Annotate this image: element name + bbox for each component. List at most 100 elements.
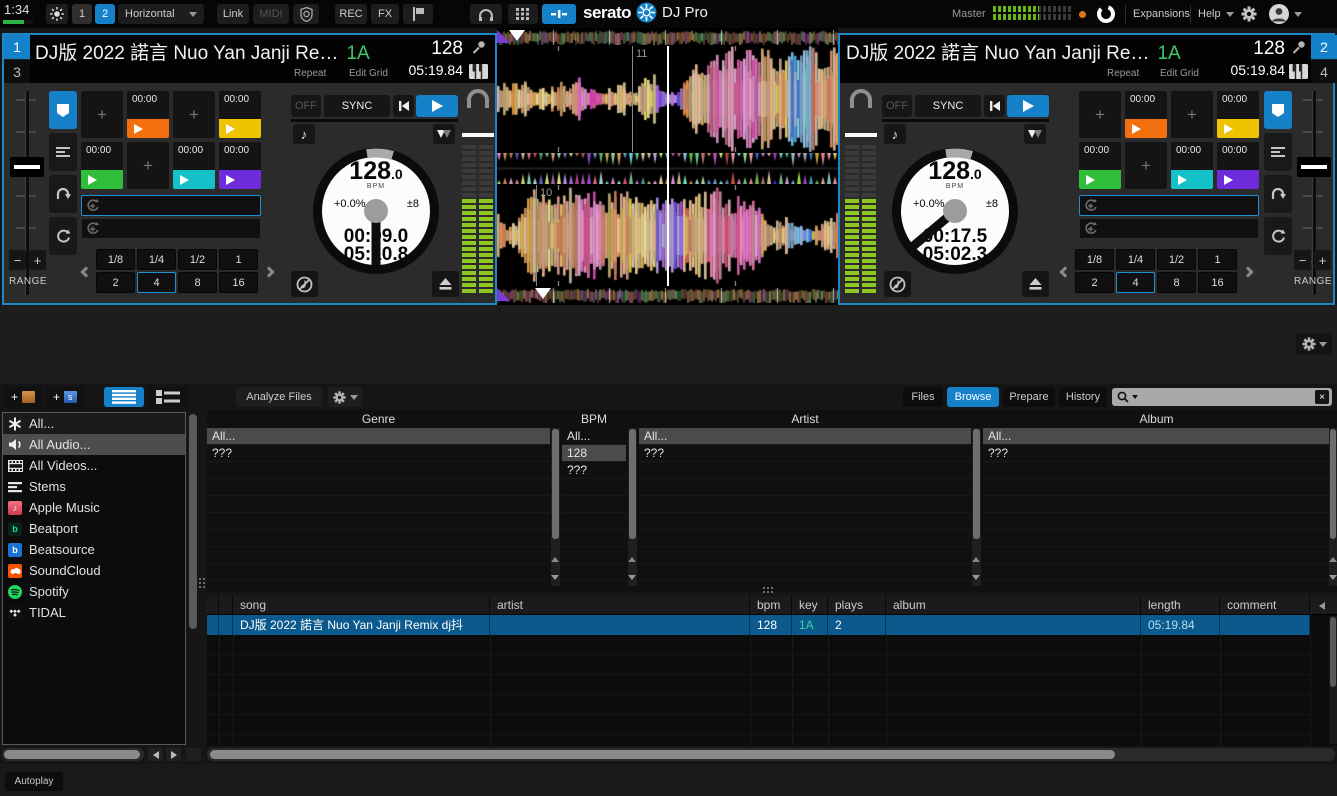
range-minus-button[interactable]: − — [9, 250, 26, 270]
col-length[interactable]: length — [1141, 596, 1220, 615]
album-art-view-button[interactable] — [148, 387, 188, 407]
off-button[interactable]: OFF — [882, 95, 912, 117]
scrollbar-thumb[interactable] — [189, 414, 197, 629]
autoloop-mode-button[interactable] — [1264, 217, 1292, 255]
artist-row[interactable]: ??? — [639, 445, 971, 462]
col-plays[interactable]: plays — [828, 596, 886, 615]
hotcue-pad[interactable]: 00:00 — [219, 142, 261, 189]
mixer-settings-button[interactable] — [1296, 333, 1332, 355]
artist-row-selected[interactable]: All... — [639, 428, 971, 445]
hotcue-pad[interactable]: 00:00 — [81, 142, 123, 189]
col-song[interactable]: song — [233, 596, 490, 615]
off-button[interactable]: OFF — [291, 95, 321, 117]
beatjump-cell[interactable]: 1 — [219, 249, 258, 270]
beatjump-cell[interactable]: 16 — [219, 272, 258, 293]
bpm-scrollbar[interactable] — [628, 428, 637, 586]
tempo-fader-handle[interactable] — [1297, 157, 1331, 177]
genre-row[interactable]: ??? — [207, 445, 550, 462]
beatjump-cell[interactable]: 2 — [96, 272, 135, 293]
hotcue-pad-empty[interactable]: + — [81, 91, 123, 138]
channel-volume-fader[interactable] — [462, 133, 494, 137]
deck-1-active-layer[interactable]: 1 — [4, 35, 30, 59]
deck-1-overview-strip[interactable] — [497, 30, 838, 45]
repeat-toggle[interactable]: Repeat — [1107, 68, 1139, 79]
beatjump-cell[interactable]: 8 — [1157, 272, 1196, 293]
panel-resize-handle[interactable] — [199, 578, 207, 590]
analyze-settings-button[interactable] — [328, 387, 362, 407]
hotcue-pad[interactable]: 00:00 — [1079, 142, 1121, 189]
scroll-left-button[interactable] — [148, 748, 163, 761]
search-filter-chevron[interactable] — [1132, 395, 1138, 399]
tempo-fader-handle[interactable] — [10, 157, 44, 177]
collapse-columns-icon[interactable] — [1319, 602, 1325, 610]
loop-slot[interactable] — [1079, 218, 1259, 239]
hotcue-pad-empty[interactable]: + — [1079, 91, 1121, 138]
add-crate-button[interactable]: + — [4, 387, 42, 407]
table-hscrollbar[interactable] — [207, 748, 1335, 761]
beatjump-left-button[interactable] — [1058, 250, 1072, 294]
piano-keys-icon[interactable] — [467, 61, 489, 81]
sidebar-item-stems[interactable]: Stems — [3, 476, 185, 497]
deck-count-1-button[interactable]: 1 — [72, 4, 92, 24]
sidebar-scrollbar[interactable] — [187, 412, 199, 745]
tab-browse[interactable]: Browse — [947, 387, 999, 407]
deck-2-platter[interactable]: 128.0 BPM +0.0% ±8 00:17.5 05:02.3 — [890, 146, 1020, 276]
range-plus-button[interactable]: + — [29, 250, 46, 270]
expansions-button[interactable]: Expansions — [1133, 8, 1190, 20]
beatjump-cell[interactable]: 1/4 — [1116, 249, 1155, 270]
streaming-quality-button[interactable] — [293, 4, 319, 24]
beatjump-right-button[interactable] — [262, 250, 276, 294]
sidebar-item-apple-music[interactable]: ♪ Apple Music — [3, 497, 185, 518]
hotcue-pad[interactable]: 00:00 — [1217, 91, 1259, 138]
scroll-right-button[interactable] — [166, 748, 181, 761]
hotcue-pad-empty[interactable]: + — [1171, 91, 1213, 138]
hotcue-pad[interactable]: 00:00 — [1171, 142, 1213, 189]
table-scrollbar[interactable] — [1329, 616, 1337, 744]
deck-count-2-button[interactable]: 2 — [95, 4, 115, 24]
beatjump-right-button[interactable] — [1241, 250, 1255, 294]
help-menu[interactable]: Help — [1198, 8, 1234, 20]
layout-select[interactable]: Horizontal — [118, 4, 204, 24]
album-scrollbar[interactable] — [1329, 428, 1337, 586]
beatgrid-slip-button[interactable] — [1024, 124, 1046, 144]
sidebar-item-all-videos[interactable]: All Videos... — [3, 455, 185, 476]
search-clear-button[interactable]: × — [1315, 390, 1329, 404]
piano-keys-icon[interactable] — [1287, 61, 1309, 81]
sidebar-item-all[interactable]: All... — [3, 413, 185, 434]
quantize-note-button[interactable]: ♪ — [293, 124, 315, 144]
col-album[interactable]: album — [886, 596, 1141, 615]
range-plus-button[interactable]: + — [1314, 250, 1331, 270]
channel-volume-fader[interactable] — [845, 133, 877, 137]
midi-button[interactable]: MIDI — [253, 4, 289, 24]
saved-loops-mode-button[interactable] — [49, 175, 77, 213]
mic-icon[interactable] — [1287, 38, 1309, 58]
column-header-genre[interactable]: Genre — [207, 412, 550, 426]
hotcue-pad[interactable]: 00:00 — [219, 91, 261, 138]
sidebar-hscrollbar[interactable] — [2, 748, 144, 761]
beatjump-cell[interactable]: 8 — [178, 272, 217, 293]
deck-1-platter[interactable]: 128.0 BPM +0.0% ±8 00:09.0 05:10.8 — [311, 146, 441, 276]
sidebar-item-tidal[interactable]: TIDAL — [3, 602, 185, 623]
display-mode-button[interactable] — [542, 4, 576, 24]
artist-scrollbar[interactable] — [972, 428, 981, 586]
brightness-button[interactable] — [46, 4, 68, 24]
bpm-row-selected[interactable]: 128 — [562, 445, 626, 462]
beatjump-cell[interactable]: 2 — [1075, 272, 1114, 293]
stems-mode-button[interactable] — [49, 133, 77, 171]
hotcue-pad-empty[interactable]: + — [127, 142, 169, 189]
tab-files[interactable]: Files — [903, 387, 943, 407]
col-comment[interactable]: comment — [1220, 596, 1310, 615]
loop-slot[interactable] — [81, 195, 261, 216]
quantize-note-button[interactable]: ♪ — [884, 124, 906, 144]
sampler-button[interactable] — [403, 4, 433, 24]
panel-resize-handle[interactable] — [763, 587, 775, 595]
link-button[interactable]: Link — [217, 4, 249, 24]
beatjump-cell-selected[interactable]: 4 — [1116, 272, 1155, 293]
saved-loops-mode-button[interactable] — [1264, 175, 1292, 213]
account-menu[interactable] — [1268, 3, 1302, 25]
genre-row-selected[interactable]: All... — [207, 428, 550, 445]
loop-recorder-icon[interactable] — [1096, 4, 1116, 24]
album-row-selected[interactable]: All... — [983, 428, 1329, 445]
eject-button[interactable] — [432, 271, 459, 297]
tab-history[interactable]: History — [1059, 387, 1107, 407]
